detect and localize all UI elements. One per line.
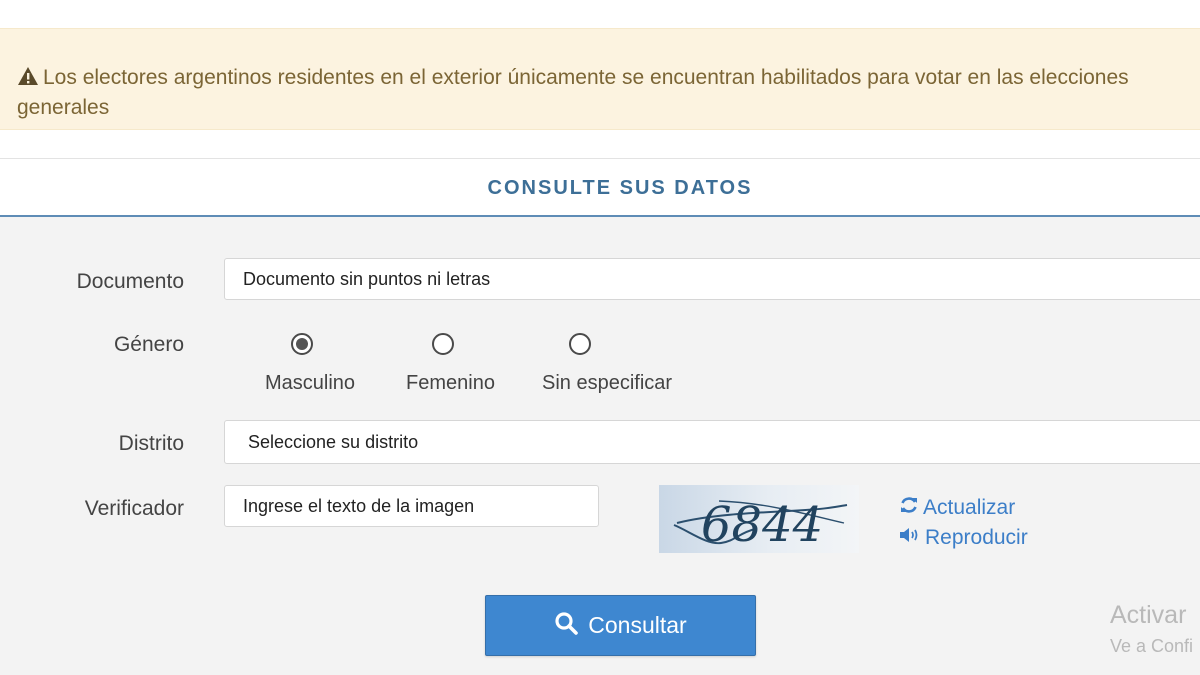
warning-icon: [17, 65, 39, 85]
verificador-label: Verificador: [84, 497, 184, 520]
panel-title: CONSULTE SUS DATOS: [487, 177, 753, 199]
distrito-selected-value: Seleccione su distrito: [248, 431, 419, 452]
documento-input[interactable]: Documento sin puntos ni letras: [224, 258, 1200, 300]
radio-label-femenino: Femenino: [406, 372, 495, 394]
consultar-label: Consultar: [588, 612, 687, 638]
alert-text: Los electores argentinos residentes en e…: [17, 66, 1129, 119]
distrito-select[interactable]: Seleccione su distrito: [224, 420, 1200, 464]
verificador-input[interactable]: Ingrese el texto de la imagen: [224, 485, 599, 527]
verificador-placeholder: Ingrese el texto de la imagen: [243, 495, 475, 516]
genero-label: Género: [113, 333, 184, 356]
radio-masculino[interactable]: [291, 333, 313, 355]
activation-watermark-subtitle: Ve a Confi: [1110, 636, 1194, 656]
distrito-label: Distrito: [118, 432, 184, 455]
volume-icon: [899, 526, 921, 550]
refresh-icon: [899, 495, 919, 521]
search-icon: [554, 611, 579, 641]
play-label: Reproducir: [925, 526, 1028, 549]
radio-label-sin-especificar: Sin especificar: [542, 372, 673, 394]
consultar-button[interactable]: Consultar: [485, 595, 756, 656]
captcha-text: 6844: [701, 497, 823, 553]
radio-femenino[interactable]: [432, 333, 454, 355]
documento-placeholder: Documento sin puntos ni letras: [243, 268, 491, 289]
radio-label-masculino: Masculino: [265, 372, 356, 394]
play-audio-link[interactable]: Reproducir: [899, 526, 1028, 550]
refresh-label: Actualizar: [923, 496, 1016, 519]
documento-label: Documento: [76, 270, 184, 293]
radio-sin-especificar[interactable]: [569, 333, 591, 355]
panel-header: CONSULTE SUS DATOS: [0, 158, 1200, 217]
captcha-image: 6844: [659, 485, 859, 553]
refresh-captcha-link[interactable]: Actualizar: [899, 495, 1015, 521]
warning-alert: Los electores argentinos residentes en e…: [0, 28, 1200, 130]
activation-watermark-title: Activar: [1110, 601, 1187, 629]
